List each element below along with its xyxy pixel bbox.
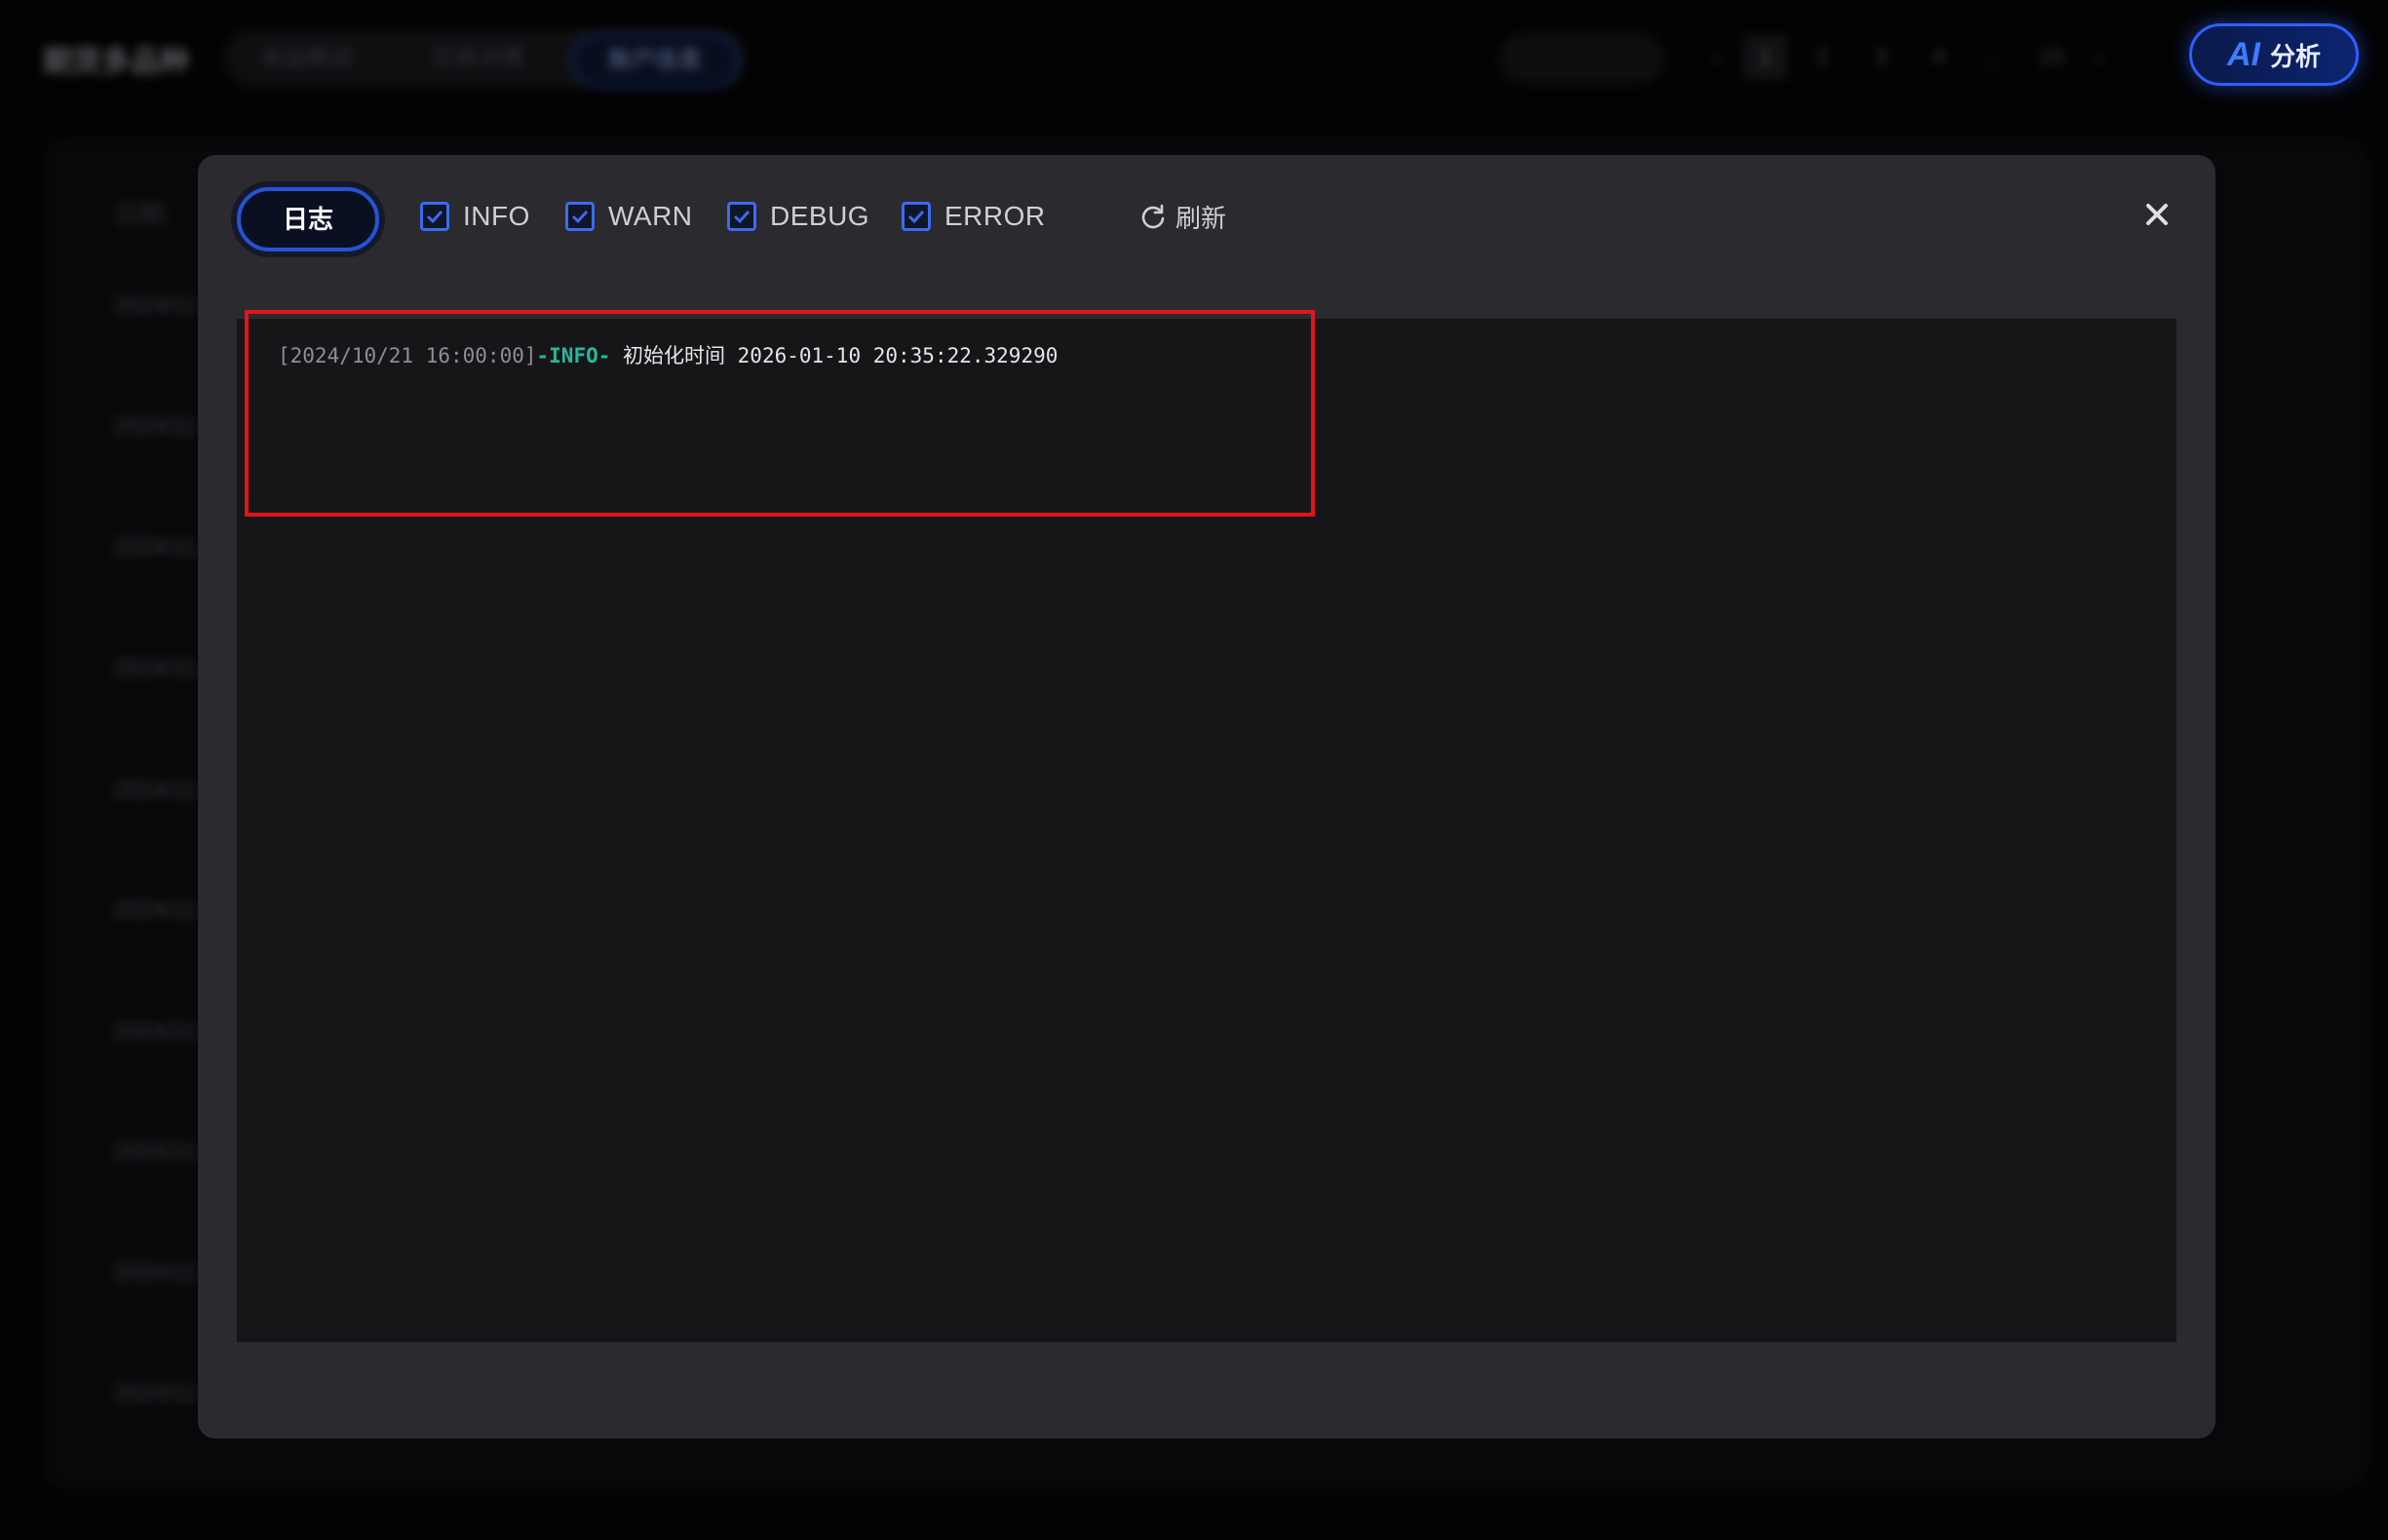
log-tab[interactable]: 日志 bbox=[237, 187, 379, 251]
checkbox-checked-icon bbox=[727, 202, 756, 231]
ai-analysis-label: 分析 bbox=[2269, 41, 2321, 71]
refresh-icon bbox=[1141, 204, 1165, 228]
ai-logo-icon: AI bbox=[2226, 35, 2260, 73]
filter-warn-checkbox[interactable]: WARN bbox=[565, 201, 693, 232]
close-button[interactable] bbox=[2138, 195, 2176, 234]
filter-info-checkbox[interactable]: INFO bbox=[420, 201, 530, 232]
filter-error-checkbox[interactable]: ERROR bbox=[902, 201, 1046, 232]
ai-analysis-button[interactable]: AI 分析 bbox=[2189, 23, 2359, 86]
checkbox-checked-icon bbox=[565, 202, 595, 231]
filter-warn-label: WARN bbox=[608, 201, 693, 231]
checkbox-checked-icon bbox=[902, 202, 931, 231]
filter-info-label: INFO bbox=[463, 201, 530, 231]
close-icon bbox=[2146, 204, 2168, 225]
log-toolbar: 日志 INFO WARN DEBUG ERROR 刷新 bbox=[237, 187, 2176, 251]
refresh-label: 刷新 bbox=[1175, 204, 1227, 233]
filter-debug-label: DEBUG bbox=[770, 201, 870, 231]
refresh-button[interactable]: 刷新 bbox=[1138, 199, 1226, 235]
checkbox-checked-icon bbox=[420, 202, 449, 231]
filter-debug-checkbox[interactable]: DEBUG bbox=[727, 201, 869, 232]
filter-error-label: ERROR bbox=[944, 201, 1046, 231]
highlight-annotation-box bbox=[245, 310, 1315, 517]
